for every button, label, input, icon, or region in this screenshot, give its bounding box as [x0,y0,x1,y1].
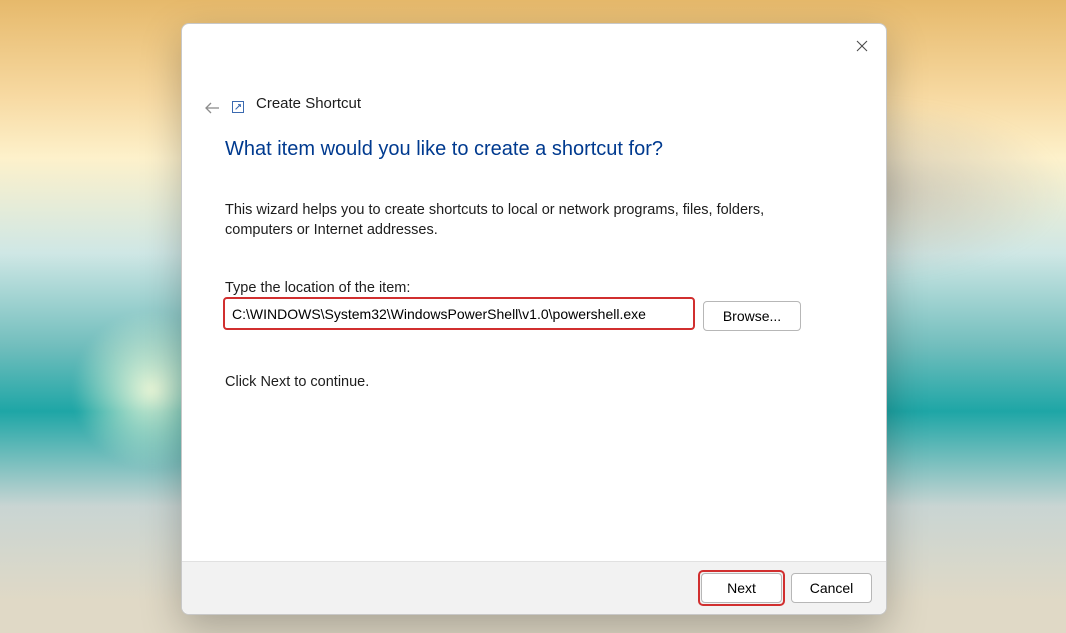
wizard-description: This wizard helps you to create shortcut… [225,200,800,241]
next-button[interactable]: Next [701,573,782,603]
shortcut-arrow-icon [234,103,242,111]
browse-button[interactable]: Browse... [703,301,801,331]
wizard-heading: What item would you like to create a sho… [225,138,663,161]
back-button[interactable] [202,98,222,118]
cancel-button[interactable]: Cancel [791,573,872,603]
close-button[interactable] [852,36,872,56]
close-icon [856,40,868,52]
location-input[interactable] [229,302,690,326]
dialog-title: Create Shortcut [256,95,361,112]
shortcut-overlay-icon [232,101,244,113]
dialog-footer: Next Cancel [182,561,886,614]
location-label: Type the location of the item: [225,280,410,296]
arrow-left-icon [204,101,220,115]
continue-hint: Click Next to continue. [225,374,369,390]
create-shortcut-dialog: Create Shortcut What item would you like… [181,23,887,615]
